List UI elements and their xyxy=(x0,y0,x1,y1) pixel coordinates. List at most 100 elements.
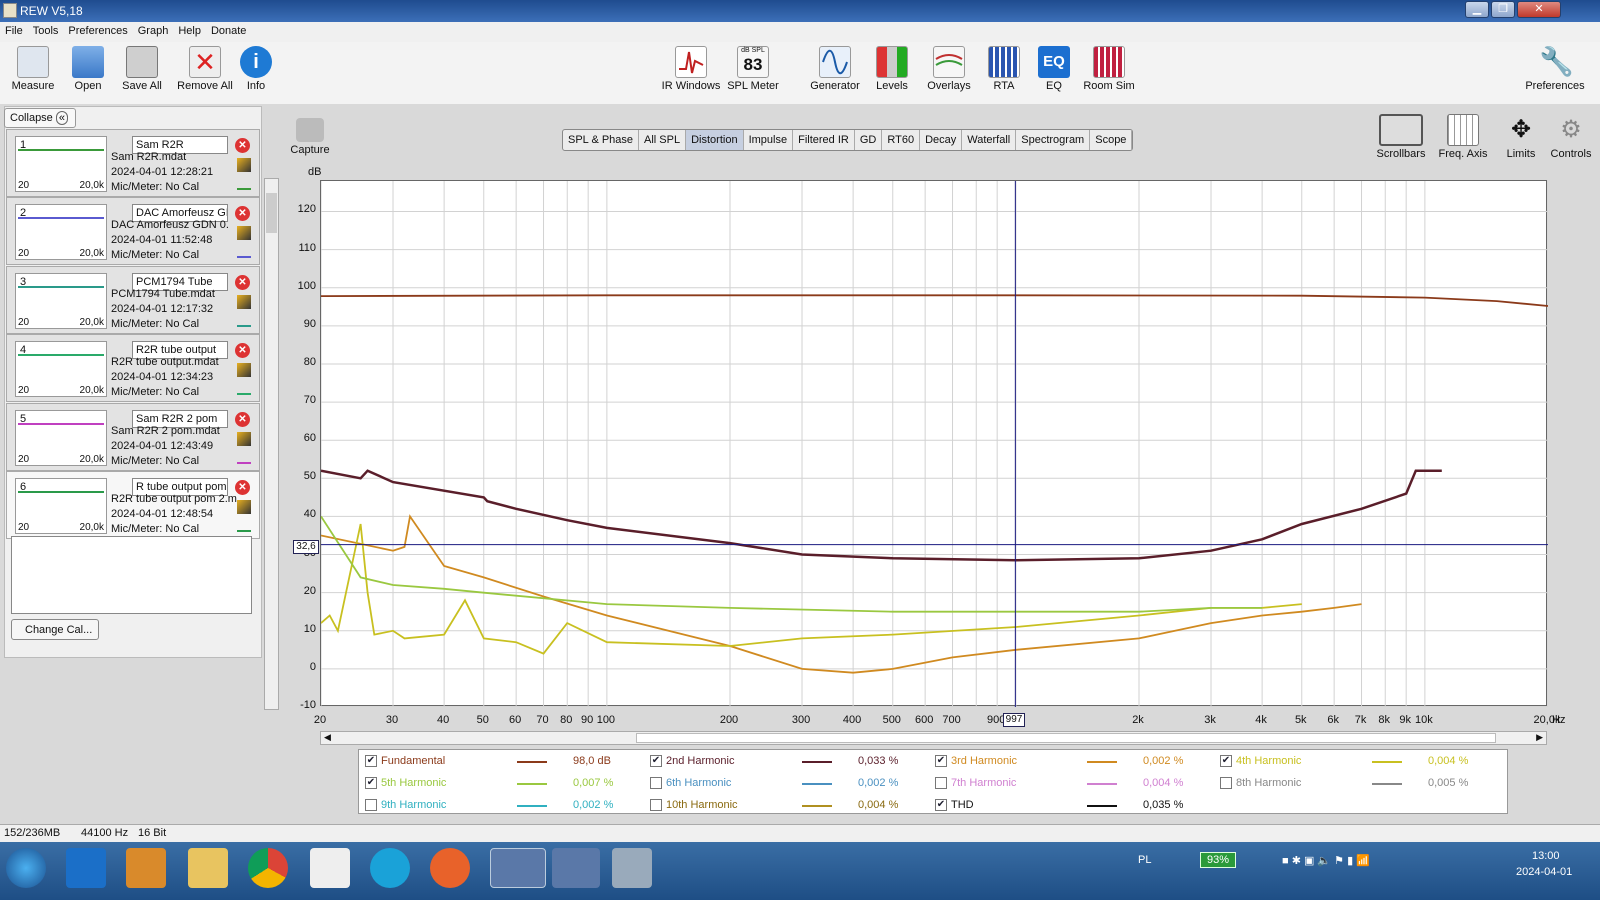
tab-decay[interactable]: Decay xyxy=(920,130,963,150)
trace-style-icon[interactable] xyxy=(237,244,251,258)
limits-button[interactable]: ✥ Limits xyxy=(1503,114,1539,160)
edge-icon[interactable] xyxy=(370,848,410,888)
trace-checkbox[interactable]: ✔ xyxy=(1220,755,1232,767)
trace-checkbox[interactable] xyxy=(650,799,662,811)
trace-style-icon[interactable] xyxy=(237,518,251,532)
measurement-color-icon[interactable] xyxy=(237,432,251,446)
generator-button[interactable]: Generator xyxy=(808,46,862,92)
remove-measurement-icon[interactable]: ✕ xyxy=(235,480,250,495)
rta-button[interactable]: RTA xyxy=(984,46,1024,92)
remove-measurement-icon[interactable]: ✕ xyxy=(235,275,250,290)
ie-icon[interactable] xyxy=(66,848,106,888)
measurement-item[interactable]: 22020,0kDAC Amorfeusz GDN 0✕DAC Amorfeus… xyxy=(6,197,260,265)
trace-checkbox[interactable] xyxy=(1220,777,1232,789)
menu-preferences[interactable]: Preferences xyxy=(63,22,132,37)
collapse-button[interactable]: Collapse « xyxy=(4,108,76,128)
trace-checkbox[interactable]: ✔ xyxy=(935,799,947,811)
scroll-left-arrow-icon[interactable]: ◀ xyxy=(324,732,331,743)
remove-measurement-icon[interactable]: ✕ xyxy=(235,412,250,427)
scrollbar-thumb[interactable] xyxy=(266,193,277,233)
trace-checkbox[interactable]: ✔ xyxy=(935,755,947,767)
measurement-color-icon[interactable] xyxy=(237,295,251,309)
media-player-icon[interactable] xyxy=(126,848,166,888)
distortion-plot[interactable] xyxy=(320,180,1549,708)
measurement-color-icon[interactable] xyxy=(237,158,251,172)
battery-indicator[interactable]: 93% xyxy=(1200,852,1237,868)
tab-scope[interactable]: Scope xyxy=(1090,130,1133,150)
tab-all-spl[interactable]: All SPL xyxy=(639,130,687,150)
tab-gd[interactable]: GD xyxy=(855,130,883,150)
capture-button[interactable]: Capture xyxy=(288,118,332,156)
tab-distortion[interactable]: Distortion xyxy=(686,130,744,150)
tab-impulse[interactable]: Impulse xyxy=(744,130,794,150)
trace-style-icon[interactable] xyxy=(237,176,251,190)
clock-date[interactable]: 2024-04-01 xyxy=(1516,866,1572,878)
remove-measurement-icon[interactable]: ✕ xyxy=(235,138,250,153)
tab-waterfall[interactable]: Waterfall xyxy=(962,130,1017,150)
measurement-color-icon[interactable] xyxy=(237,363,251,377)
firefox-icon[interactable] xyxy=(430,848,470,888)
scroll-right-arrow-icon[interactable]: ▶ xyxy=(1536,732,1543,743)
measurement-item[interactable]: 5 20 20,0k Sam R2R 2 pom ✕ Sam R2R 2 pom.mdat… xyxy=(6,403,260,471)
menu-graph[interactable]: Graph xyxy=(133,22,174,37)
notes-area[interactable] xyxy=(11,536,252,614)
minimize-button[interactable]: ▁ xyxy=(1465,1,1489,18)
rew-taskbar-icon[interactable] xyxy=(490,848,546,888)
menu-file[interactable]: File xyxy=(0,22,28,37)
remove-measurement-icon[interactable]: ✕ xyxy=(235,206,250,221)
trace-checkbox[interactable] xyxy=(365,799,377,811)
tray-icons[interactable]: ■ ✱ ▣ 🔈 ⚑ ▮ 📶 xyxy=(1282,854,1370,867)
tab-spl-phase[interactable]: SPL & Phase xyxy=(563,130,640,150)
remove-measurement-icon[interactable]: ✕ xyxy=(235,343,250,358)
ir-windows-button[interactable]: IR Windows xyxy=(658,46,724,92)
maximize-button[interactable]: ❐ xyxy=(1491,1,1515,18)
trace-style-icon[interactable] xyxy=(237,450,251,464)
hscroll-thumb[interactable] xyxy=(636,733,1496,743)
menu-help[interactable]: Help xyxy=(173,22,206,37)
tab-rt60[interactable]: RT60 xyxy=(882,130,921,150)
scrollbars-button[interactable]: Scrollbars xyxy=(1376,114,1426,160)
trace-checkbox[interactable]: ✔ xyxy=(365,755,377,767)
measurement-scrollbar[interactable] xyxy=(264,178,279,710)
explorer-icon[interactable] xyxy=(188,848,228,888)
trace-checkbox[interactable]: ✔ xyxy=(365,777,377,789)
clock-time[interactable]: 13:00 xyxy=(1532,850,1560,862)
trace-style-icon[interactable] xyxy=(237,381,251,395)
measurement-item[interactable]: 4 20 20,0k R2R tube output ✕ R2R tube output.… xyxy=(6,334,260,402)
levels-button[interactable]: Levels xyxy=(868,46,916,92)
trace-checkbox[interactable] xyxy=(935,777,947,789)
language-indicator[interactable]: PL xyxy=(1138,854,1151,866)
measurement-item[interactable]: 3 20 20,0k PCM1794 Tube ✕ PCM1794 Tube.mdat 20… xyxy=(6,266,260,334)
frequency-scrollbar[interactable]: ◀ ▶ xyxy=(320,731,1547,745)
eq-button[interactable]: EQ EQ xyxy=(1036,46,1072,92)
overlays-button[interactable]: Overlays xyxy=(922,46,976,92)
measurement-color-icon[interactable] xyxy=(237,500,251,514)
open-button[interactable]: Open xyxy=(66,46,110,92)
measurement-item[interactable]: 1 20 20,0k Sam R2R ✕ Sam R2R.mdat 2024-04-01 1… xyxy=(6,129,260,197)
chrome-icon[interactable] xyxy=(248,848,288,888)
close-button[interactable]: ✕ xyxy=(1517,1,1561,18)
controls-button[interactable]: ⚙ Controls xyxy=(1548,114,1594,160)
room-sim-button[interactable]: Room Sim xyxy=(1080,46,1138,92)
change-cal-button[interactable]: Change Cal... xyxy=(11,619,99,640)
remove-all-button[interactable]: ✕ Remove All xyxy=(174,46,236,92)
spl-meter-button[interactable]: dB SPL 83 SPL Meter xyxy=(726,46,780,92)
audio-tool-icon[interactable] xyxy=(310,848,350,888)
measurement-item[interactable]: 6 20 20,0k R tube output pom 2 ✕ R2R tube out… xyxy=(6,471,260,550)
preferences-button[interactable]: 🔧 Preferences xyxy=(1522,46,1588,92)
save-all-button[interactable]: Save All xyxy=(118,46,166,92)
freq-axis-button[interactable]: Freq. Axis xyxy=(1436,114,1490,160)
info-button[interactable]: i Info xyxy=(240,46,272,92)
measure-button[interactable]: Measure xyxy=(10,46,56,92)
menu-tools[interactable]: Tools xyxy=(28,22,64,37)
menu-donate[interactable]: Donate xyxy=(206,22,251,37)
paint-icon[interactable] xyxy=(612,848,652,888)
trace-checkbox[interactable] xyxy=(650,777,662,789)
tab-filtered-ir[interactable]: Filtered IR xyxy=(793,130,855,150)
measurement-color-icon[interactable] xyxy=(237,226,251,240)
tab-spectrogram[interactable]: Spectrogram xyxy=(1016,130,1091,150)
trace-style-icon[interactable] xyxy=(237,313,251,327)
chrome-window-icon[interactable] xyxy=(552,848,600,888)
trace-checkbox[interactable]: ✔ xyxy=(650,755,662,767)
start-button[interactable] xyxy=(6,848,46,888)
